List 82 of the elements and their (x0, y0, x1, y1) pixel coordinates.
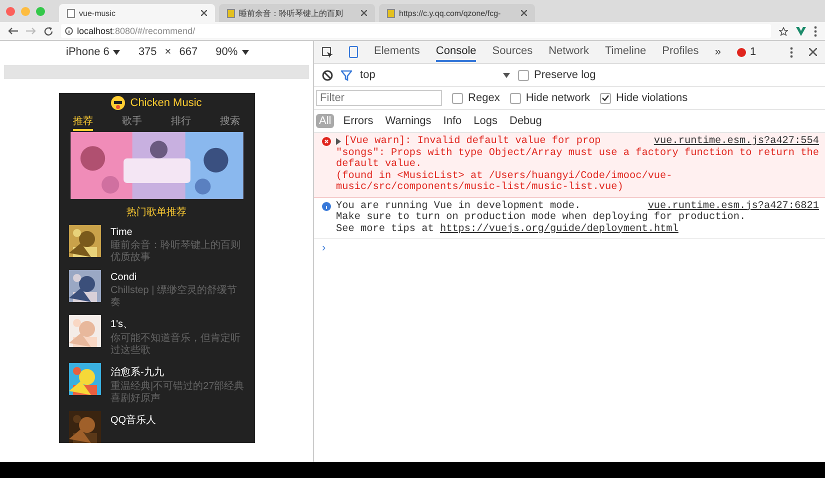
info-icon (322, 202, 332, 210)
menu-icon[interactable] (790, 46, 793, 58)
message-text: See more tips at https://vuejs.org/guide/deployment.html (336, 224, 680, 235)
devtools-tab[interactable]: Network (548, 42, 589, 62)
back-icon[interactable] (8, 27, 18, 35)
level-filter[interactable]: Debug (506, 114, 545, 128)
level-filter[interactable]: Logs (470, 114, 500, 128)
height-value[interactable]: 667 (179, 46, 198, 58)
page-icon (227, 8, 235, 18)
playlist-description: 你可能不知道音乐，但肯定听过这些歌 (110, 333, 242, 357)
error-icon (322, 137, 332, 146)
devtools-tab[interactable]: Sources (492, 42, 533, 62)
caret-icon (113, 50, 120, 54)
browser-tab[interactable]: 睡前余音：聆听琴键上的百则 (219, 4, 375, 22)
browser-tab[interactable]: vue-music (59, 4, 215, 22)
section-title: 热门歌单推荐 (126, 206, 188, 220)
filter-icon[interactable] (341, 70, 352, 80)
url-text: localhost:8080/#/recommend/ (77, 26, 196, 36)
nav-tab[interactable]: 歌手 (122, 114, 142, 131)
level-filter[interactable]: Warnings (382, 114, 434, 128)
inspect-icon[interactable] (322, 46, 334, 58)
address-field[interactable]: localhost:8080/#/recommend/ (61, 24, 771, 38)
check-icon (602, 95, 610, 101)
info-icon (65, 27, 73, 35)
zoom-select[interactable]: 90% (216, 46, 249, 58)
message-text: [Vue warn]: Invalid default value for prop (344, 136, 601, 148)
width-value[interactable]: 375 (138, 46, 157, 58)
source-link[interactable]: vue.runtime.esm.js?a427:554 (654, 136, 819, 148)
playlist-title[interactable]: 1's、 (110, 317, 247, 331)
playlist-title[interactable]: 治愈系-九九 (110, 365, 247, 379)
playlist-title[interactable]: QQ音乐人 (110, 413, 156, 427)
error-count[interactable]: 1 (736, 46, 756, 58)
reload-icon[interactable] (44, 26, 53, 36)
devtools-tab[interactable]: Timeline (604, 42, 646, 62)
vue-icon[interactable] (796, 26, 806, 36)
filter-field[interactable]: Filter (316, 90, 442, 106)
playlist-title[interactable]: Condi (110, 272, 247, 283)
console-prompt[interactable]: › (314, 239, 825, 257)
star-icon[interactable] (779, 26, 788, 36)
nav-tab[interactable]: 搜索 (220, 114, 240, 131)
more-tabs[interactable]: » (714, 46, 721, 58)
message-text: You are running Vue in development mode. (336, 200, 581, 212)
logo-icon (111, 96, 126, 110)
devtools-tab[interactable]: Elements (374, 42, 420, 62)
error-icon (736, 48, 746, 56)
context-select[interactable]: top (360, 69, 510, 81)
caret-icon (503, 72, 510, 78)
source-link[interactable]: vue.runtime.esm.js?a427:6821 (648, 200, 819, 212)
close-icon[interactable] (201, 10, 207, 16)
playlist-title[interactable]: Time (110, 227, 247, 238)
clear-icon[interactable] (322, 70, 334, 80)
option-checkbox[interactable]: Hide network (510, 92, 590, 104)
message-text: Make sure to turn on production mode when deploying for production. (336, 212, 747, 224)
caret-icon (242, 50, 249, 54)
menu-icon[interactable] (814, 26, 817, 36)
docs-link[interactable]: https://vuejs.org/guide/deployment.html (440, 224, 678, 234)
expand-arrow-icon[interactable] (336, 138, 342, 146)
page-icon (67, 8, 75, 18)
level-filter[interactable]: Info (440, 114, 465, 128)
times-sign: × (164, 46, 172, 58)
playlist-description: 重温经典|不可错过的27部经典喜剧好原声 (110, 381, 246, 405)
nav-tab[interactable]: 排行 (171, 114, 192, 131)
close-icon[interactable] (361, 10, 367, 16)
playlist-description: Chillstep | 缥缈空灵的舒缓节奏 (110, 285, 238, 309)
browser-tab[interactable]: https://c.y.qq.com/qzone/fcg- (379, 4, 535, 22)
close-icon[interactable] (809, 48, 817, 56)
message-text: "songs": Props with type Object/Array must use a factory function to return the (336, 148, 819, 158)
app-title: Chicken Music (130, 96, 202, 109)
device-icon[interactable] (349, 46, 358, 58)
level-filter[interactable]: Errors (340, 114, 376, 128)
devtools-tab[interactable]: Console (436, 42, 476, 62)
device-select[interactable]: iPhone 6 (66, 46, 120, 58)
option-checkbox[interactable]: Hide violations (600, 92, 688, 104)
close-icon[interactable] (521, 10, 527, 16)
playlist-description: 睡前余音：聆听琴键上的百则优质故事 (110, 240, 242, 264)
preserve-log-checkbox[interactable]: Preserve log (518, 69, 596, 81)
devtools-tab[interactable]: Profiles (662, 42, 699, 62)
message-text: music/src/components/music-list/music-list.vue) (336, 182, 624, 194)
message-text: default value. (336, 159, 423, 170)
option-checkbox[interactable]: Regex (452, 92, 500, 104)
message-text: (found in <MusicList> at /Users/huangyi/Code/imooc/vue- (336, 170, 674, 182)
page-icon (387, 8, 395, 18)
